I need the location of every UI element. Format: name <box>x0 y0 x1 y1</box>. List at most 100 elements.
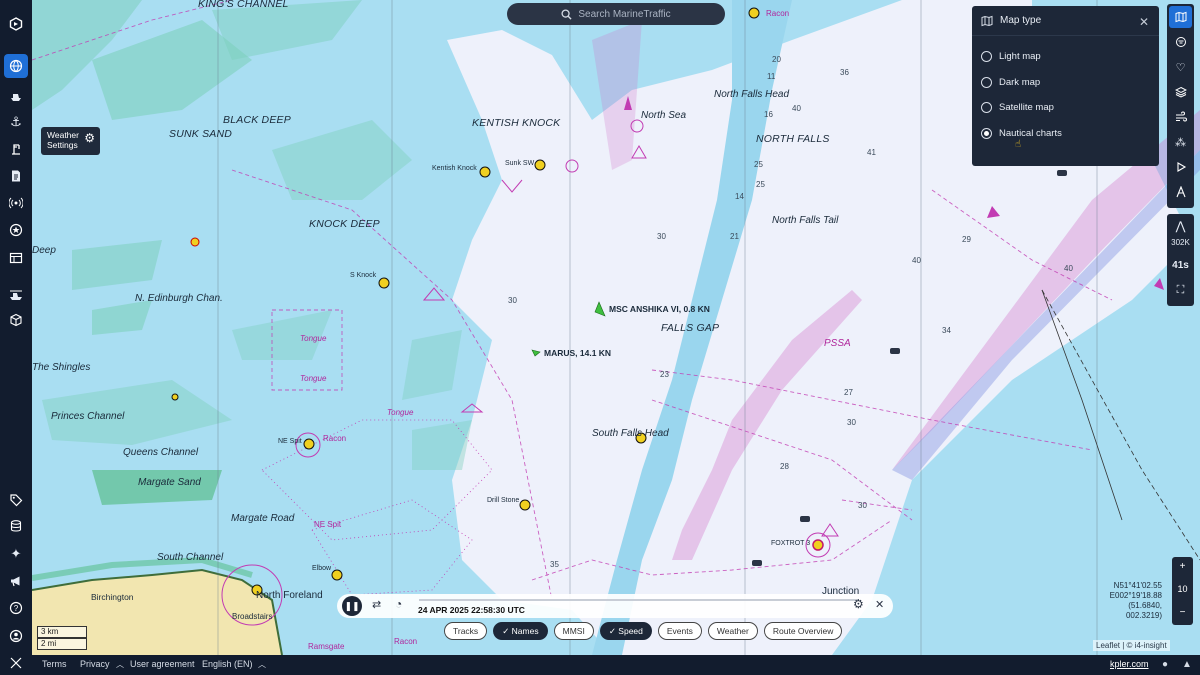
weather-settings-button[interactable]: Weather Settings ⚙ <box>41 127 100 155</box>
zoom-in-button[interactable]: + <box>1172 561 1193 572</box>
signal-icon[interactable] <box>4 191 28 215</box>
filter-icon[interactable] <box>1169 31 1192 53</box>
vessel-label-msc-anshika[interactable]: MSC ANSHIKA VI, 0.8 KN <box>609 304 710 314</box>
radio-icon <box>981 51 992 62</box>
map-option-label: Light map <box>999 51 1041 62</box>
map-option-dark[interactable]: Dark map <box>981 77 1040 88</box>
cube-icon[interactable] <box>4 308 28 332</box>
collapse-icon[interactable] <box>4 651 28 675</box>
chevron-up-icon[interactable]: ︿ <box>258 659 266 670</box>
label-ne-spit: NE Spit <box>314 520 342 529</box>
speedometer-icon[interactable]: ◔ <box>395 597 402 611</box>
apple-icon[interactable]: ● <box>1162 659 1168 670</box>
pause-button[interactable]: ❚❚ <box>342 596 362 616</box>
chip-label: Events <box>666 626 693 636</box>
label-tongue-2: Tongue <box>300 374 327 383</box>
label-racon-south: Racon <box>394 637 418 646</box>
tag-icon[interactable] <box>4 488 28 512</box>
chip-label: Speed <box>618 626 643 636</box>
close-icon[interactable]: ✕ <box>1139 15 1149 29</box>
label-black-deep: BLACK DEEP <box>223 114 291 126</box>
longitude: E002°19'18.88 <box>1109 591 1162 600</box>
chip-events[interactable]: Events <box>657 622 702 640</box>
depth-sounding: 30 <box>858 501 867 510</box>
swap-icon[interactable]: ⇄ <box>372 598 381 611</box>
fleet-icon[interactable] <box>4 282 28 306</box>
chip-speed[interactable]: ✓ Speed <box>599 622 652 640</box>
chevron-up-icon[interactable]: ︿ <box>116 659 124 670</box>
label-south-channel: South Channel <box>157 552 224 563</box>
layers-icon[interactable] <box>1169 81 1192 103</box>
kpler-link[interactable]: kpler.com <box>1110 659 1149 669</box>
label-ne-spit-buoy: NE Spit <box>278 438 302 445</box>
label-pssa: PSSA <box>824 338 851 349</box>
map-option-nautical[interactable]: Nautical charts <box>981 128 1062 139</box>
megaphone-icon[interactable] <box>4 569 28 593</box>
document-icon[interactable] <box>4 164 28 188</box>
map-attribution[interactable]: Leaflet | © i4-insight <box>1093 640 1170 651</box>
user-icon[interactable] <box>4 624 28 648</box>
anchor-icon[interactable]: ⚓ <box>4 109 28 133</box>
label-s-knock: S Knock <box>350 272 377 279</box>
map-layers-icon[interactable] <box>1169 6 1192 28</box>
vessel-label-marus[interactable]: MARUS, 14.1 KN <box>544 348 611 358</box>
port-crane-icon[interactable] <box>4 137 28 161</box>
table-icon[interactable] <box>4 246 28 270</box>
chip-route-overview[interactable]: Route Overview <box>763 622 843 640</box>
label-queens-channel: Queens Channel <box>123 447 199 458</box>
depth-sounding: 28 <box>780 462 789 471</box>
depth-sounding: 25 <box>754 160 763 169</box>
depth-sounding: 40 <box>1064 264 1073 273</box>
gear-icon: ⚙ <box>84 131 95 145</box>
map-option-satellite[interactable]: Satellite map <box>981 102 1054 113</box>
chip-tracks[interactable]: Tracks <box>444 622 488 640</box>
chip-names[interactable]: ✓ Names <box>493 622 548 640</box>
scale-km: 3 km <box>37 626 87 638</box>
search-placeholder: Search MarineTraffic <box>578 8 671 20</box>
label-broadstairs: Broadstairs <box>232 612 273 621</box>
radio-icon <box>981 77 992 88</box>
gear-icon[interactable]: ⚙ <box>853 597 864 611</box>
logo-icon[interactable] <box>4 12 28 36</box>
map-icon <box>981 15 993 26</box>
sparkle-icon[interactable]: ✦ <box>4 541 28 565</box>
fullscreen-icon[interactable]: ⛶ <box>1167 284 1194 297</box>
depth-sounding: 30 <box>847 418 856 427</box>
terms-link[interactable]: Terms <box>42 659 67 669</box>
timeline-slider[interactable] <box>419 599 859 601</box>
coordinates-readout: N51°41'02.55 E002°19'18.88 (51.6840, 002… <box>1090 581 1162 621</box>
search-input[interactable]: Search MarineTraffic <box>507 3 725 25</box>
globe-icon[interactable] <box>4 54 28 78</box>
help-icon[interactable]: ? <box>4 596 28 620</box>
label-margate-road: Margate Road <box>231 513 295 524</box>
depth-sounding: 41 <box>867 148 876 157</box>
map-type-title: Map type <box>1000 15 1042 26</box>
star-badge-icon[interactable] <box>4 218 28 242</box>
database-icon[interactable] <box>4 514 28 538</box>
map-option-light[interactable]: Light map <box>981 51 1041 62</box>
measure-icon[interactable] <box>1169 181 1192 203</box>
depth-sounding: 30 <box>657 232 666 241</box>
user-agreement-link[interactable]: User agreement <box>130 659 195 669</box>
privacy-link[interactable]: Privacy <box>80 659 110 669</box>
depth-sounding: 21 <box>730 232 739 241</box>
language-selector[interactable]: English (EN) <box>202 659 253 669</box>
north-arrow-icon[interactable]: ⋀ <box>1167 219 1194 233</box>
chip-mmsi[interactable]: MMSI <box>553 622 594 640</box>
depth-sounding: 36 <box>840 68 849 77</box>
label-north-sea: North Sea <box>641 110 687 121</box>
label-princes-channel: Princes Channel <box>51 411 125 422</box>
ship-icon[interactable] <box>4 84 28 108</box>
zoom-level: 10 <box>1177 584 1188 594</box>
heart-icon[interactable]: ♡ <box>1169 56 1192 78</box>
wind-icon[interactable] <box>1169 106 1192 128</box>
play-route-icon[interactable] <box>1169 156 1192 178</box>
refresh-timer[interactable]: 41s <box>1167 260 1194 271</box>
map-type-panel: Map type ✕ Light map Dark map Satellite … <box>972 6 1159 166</box>
radio-selected-icon <box>981 128 992 139</box>
density-icon[interactable]: ⁂ <box>1169 131 1192 153</box>
zoom-out-button[interactable]: − <box>1172 607 1193 618</box>
android-icon[interactable]: ▲ <box>1182 659 1192 670</box>
chip-weather[interactable]: Weather <box>707 622 758 640</box>
close-icon[interactable]: ✕ <box>875 598 884 611</box>
